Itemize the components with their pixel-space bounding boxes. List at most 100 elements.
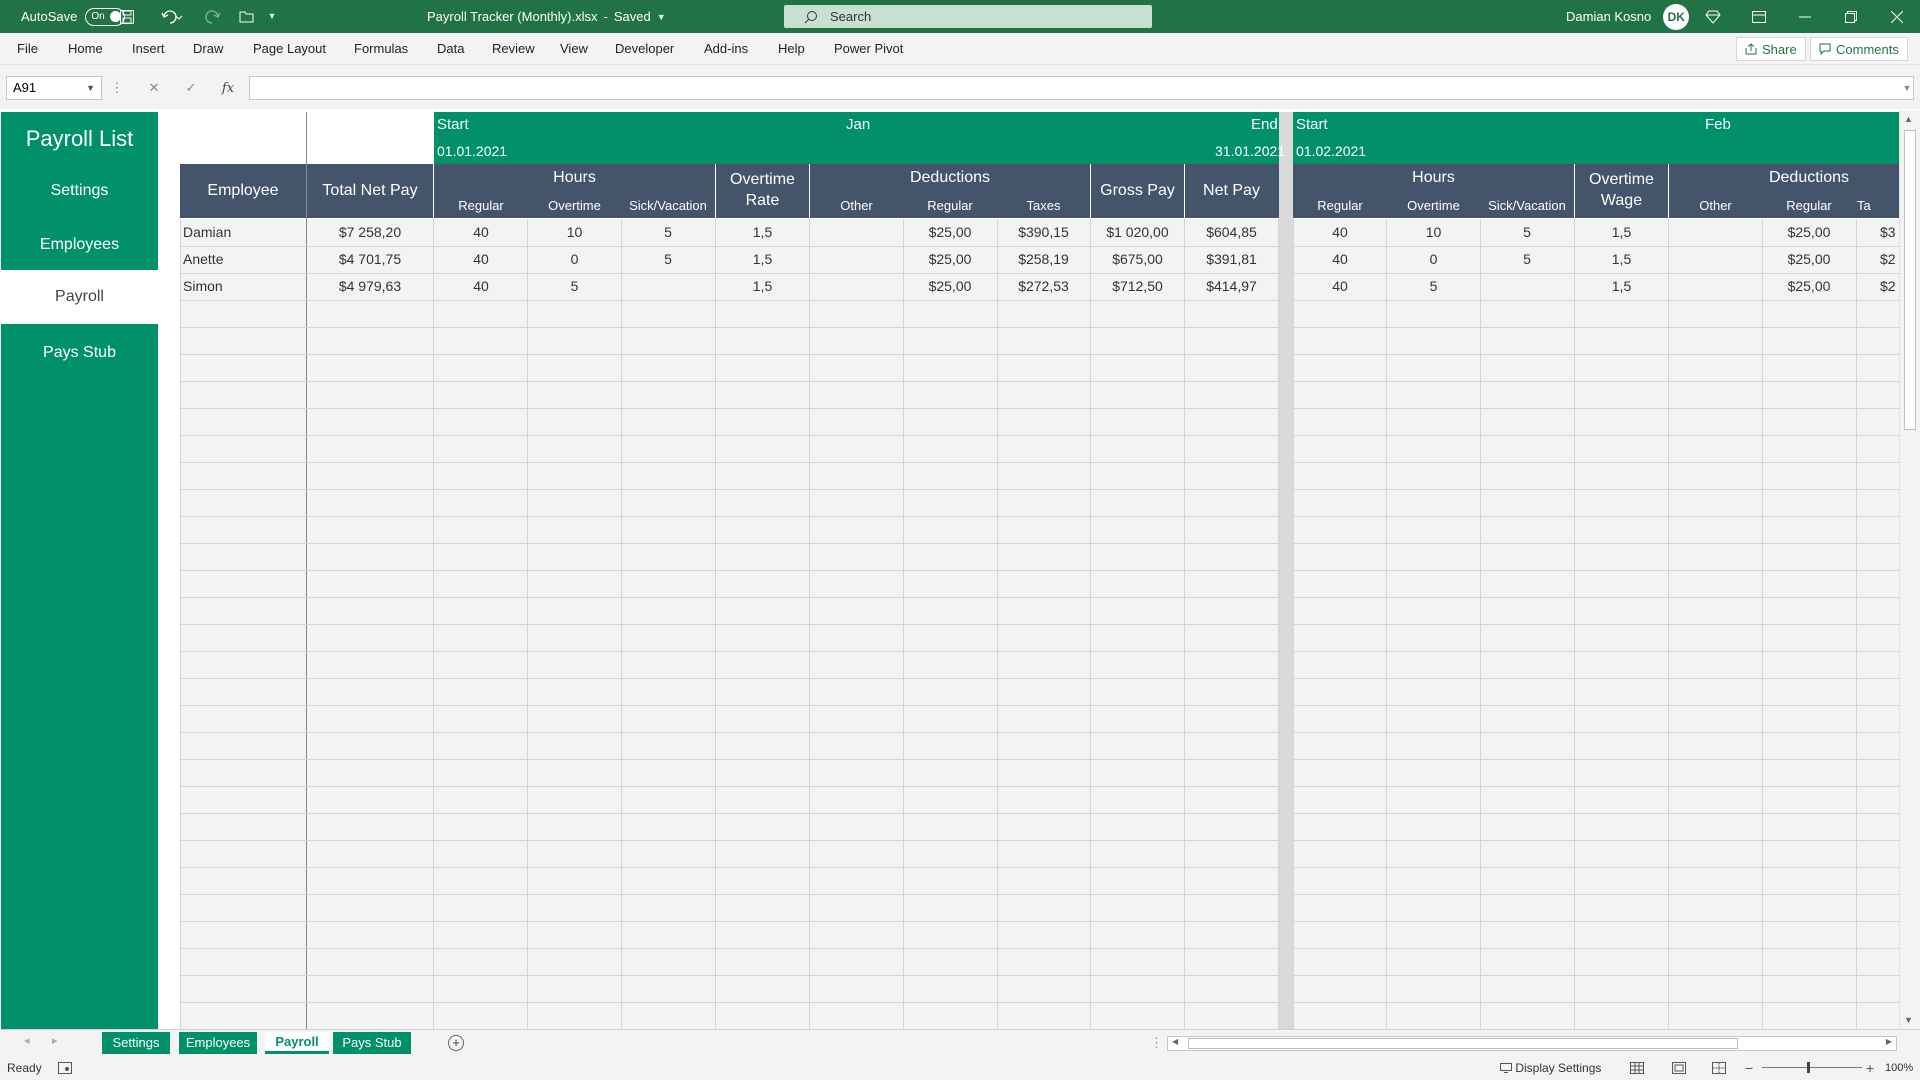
cell-feb-taxes[interactable]: $3 bbox=[1880, 219, 1899, 246]
feb-header-overtime-wage[interactable]: Overtime Wage bbox=[1575, 166, 1668, 216]
cell-jan-gross-pay[interactable]: $712,50 bbox=[1091, 273, 1184, 300]
tab-employees[interactable]: Employees bbox=[179, 1032, 257, 1054]
cell-jan-regular[interactable]: 40 bbox=[434, 273, 528, 300]
scroll-up-icon[interactable]: ▲ bbox=[1904, 114, 1913, 124]
sidebar-item-payroll[interactable]: Payroll bbox=[1, 270, 158, 324]
zoom-slider[interactable] bbox=[1762, 1067, 1862, 1068]
header-regular-hours[interactable]: Regular bbox=[434, 196, 528, 216]
cell-jan-taxes[interactable]: $390,15 bbox=[997, 219, 1090, 246]
header-sick-vacation[interactable]: Sick/Vacation bbox=[621, 196, 715, 216]
header-overtime-rate[interactable]: Overtime Rate bbox=[716, 166, 809, 216]
cell-feb-deduction-regular[interactable]: $25,00 bbox=[1762, 273, 1856, 300]
header-overtime-hours[interactable]: Overtime bbox=[528, 196, 621, 216]
cell-jan-overtime-rate[interactable]: 1,5 bbox=[716, 246, 809, 273]
cell-jan-deduction-regular[interactable]: $25,00 bbox=[903, 273, 997, 300]
cell-jan-sick-vacation[interactable] bbox=[621, 273, 715, 300]
feb-header-regular-hours[interactable]: Regular bbox=[1293, 196, 1387, 216]
cell-jan-regular[interactable]: 40 bbox=[434, 219, 528, 246]
cell-jan-sick-vacation[interactable]: 5 bbox=[621, 219, 715, 246]
macro-record-icon[interactable] bbox=[58, 1056, 72, 1080]
cell-feb-deduction-regular[interactable]: $25,00 bbox=[1762, 246, 1856, 273]
cell-feb-regular[interactable]: 40 bbox=[1293, 219, 1387, 246]
cell-feb-overtime-wage[interactable]: 1,5 bbox=[1575, 219, 1668, 246]
cell-feb-sick-vacation[interactable] bbox=[1480, 273, 1574, 300]
cell-feb-taxes[interactable]: $2 bbox=[1880, 246, 1899, 273]
header-net-pay[interactable]: Net Pay bbox=[1185, 164, 1278, 218]
cell-jan-other[interactable] bbox=[810, 273, 903, 300]
tab-payroll[interactable]: Payroll bbox=[265, 1032, 329, 1054]
cell-jan-other[interactable] bbox=[810, 219, 903, 246]
cell-feb-other[interactable] bbox=[1669, 219, 1762, 246]
cell-employee[interactable]: Damian bbox=[183, 219, 303, 246]
cell-total-net-pay[interactable]: $4 979,63 bbox=[307, 273, 433, 300]
scroll-right-icon[interactable]: ▶ bbox=[1886, 1037, 1892, 1046]
cell-employee[interactable]: Anette bbox=[183, 246, 303, 273]
header-hours[interactable]: Hours bbox=[434, 166, 715, 190]
sidebar-item-employees[interactable]: Employees bbox=[1, 236, 158, 254]
feb-header-other[interactable]: Other bbox=[1669, 196, 1762, 216]
cell-jan-other[interactable] bbox=[810, 246, 903, 273]
scroll-thumb[interactable] bbox=[1904, 130, 1916, 430]
cell-employee[interactable]: Simon bbox=[183, 273, 303, 300]
cell-feb-regular[interactable]: 40 bbox=[1293, 246, 1387, 273]
cell-feb-other[interactable] bbox=[1669, 273, 1762, 300]
page-break-view-icon[interactable] bbox=[1712, 1056, 1726, 1080]
cell-jan-deduction-regular[interactable]: $25,00 bbox=[903, 246, 997, 273]
feb-header-hours[interactable]: Hours bbox=[1293, 166, 1574, 190]
scroll-left-icon[interactable]: ◀ bbox=[1172, 1037, 1178, 1046]
cell-jan-gross-pay[interactable]: $1 020,00 bbox=[1091, 219, 1184, 246]
zoom-out-icon[interactable]: − bbox=[1745, 1056, 1753, 1080]
header-taxes[interactable]: Taxes bbox=[997, 196, 1090, 216]
cell-jan-overtime[interactable]: 0 bbox=[528, 246, 621, 273]
tab-settings[interactable]: Settings bbox=[102, 1032, 170, 1054]
vertical-scrollbar[interactable]: ▲ ▼ bbox=[1899, 110, 1920, 1029]
cell-jan-net-pay[interactable]: $414,97 bbox=[1185, 273, 1278, 300]
cell-jan-taxes[interactable]: $272,53 bbox=[997, 273, 1090, 300]
cell-jan-overtime-rate[interactable]: 1,5 bbox=[716, 273, 809, 300]
sidebar-item-settings[interactable]: Settings bbox=[1, 182, 158, 200]
header-gross-pay[interactable]: Gross Pay bbox=[1091, 164, 1184, 218]
cell-feb-sick-vacation[interactable]: 5 bbox=[1480, 246, 1574, 273]
cell-jan-regular[interactable]: 40 bbox=[434, 246, 528, 273]
cell-feb-taxes[interactable]: $2 bbox=[1880, 273, 1899, 300]
zoom-level[interactable]: 100% bbox=[1885, 1056, 1913, 1080]
cell-feb-other[interactable] bbox=[1669, 246, 1762, 273]
sidebar-item-pays-stub[interactable]: Pays Stub bbox=[1, 344, 158, 362]
cell-jan-net-pay[interactable]: $604,85 bbox=[1185, 219, 1278, 246]
feb-header-sick-vacation[interactable]: Sick/Vacation bbox=[1480, 196, 1574, 216]
header-deduction-regular[interactable]: Regular bbox=[903, 196, 997, 216]
split-handle-icon[interactable]: ⋮ bbox=[1150, 1035, 1163, 1051]
add-sheet-icon[interactable]: + bbox=[448, 1035, 464, 1051]
display-settings-button[interactable]: Display Settings bbox=[1500, 1056, 1601, 1080]
page-layout-view-icon[interactable] bbox=[1672, 1056, 1686, 1080]
scroll-down-icon[interactable]: ▼ bbox=[1904, 1015, 1913, 1025]
next-sheet-icon[interactable]: ▸ bbox=[52, 1034, 58, 1047]
tab-pays-stub[interactable]: Pays Stub bbox=[333, 1032, 411, 1054]
feb-header-taxes[interactable]: Ta bbox=[1857, 196, 1899, 216]
horizontal-scrollbar[interactable]: ◀ ▶ bbox=[1167, 1036, 1897, 1051]
cell-feb-overtime[interactable]: 5 bbox=[1387, 273, 1480, 300]
cell-jan-net-pay[interactable]: $391,81 bbox=[1185, 246, 1278, 273]
cell-jan-deduction-regular[interactable]: $25,00 bbox=[903, 219, 997, 246]
header-total-net-pay[interactable]: Total Net Pay bbox=[307, 164, 433, 218]
header-other[interactable]: Other bbox=[810, 196, 903, 216]
zoom-in-icon[interactable]: + bbox=[1866, 1056, 1874, 1080]
cell-feb-overtime[interactable]: 0 bbox=[1387, 246, 1480, 273]
header-deductions[interactable]: Deductions bbox=[810, 166, 1090, 190]
feb-header-deductions[interactable]: Deductions bbox=[1669, 166, 1920, 190]
feb-header-deduction-regular[interactable]: Regular bbox=[1762, 196, 1856, 216]
cell-feb-deduction-regular[interactable]: $25,00 bbox=[1762, 219, 1856, 246]
cell-jan-overtime[interactable]: 5 bbox=[528, 273, 621, 300]
cell-jan-overtime[interactable]: 10 bbox=[528, 219, 621, 246]
prev-sheet-icon[interactable]: ◂ bbox=[24, 1034, 30, 1047]
feb-header-overtime-hours[interactable]: Overtime bbox=[1387, 196, 1480, 216]
cell-jan-sick-vacation[interactable]: 5 bbox=[621, 246, 715, 273]
cell-total-net-pay[interactable]: $4 701,75 bbox=[307, 246, 433, 273]
zoom-slider-thumb[interactable] bbox=[1807, 1062, 1810, 1073]
cell-total-net-pay[interactable]: $7 258,20 bbox=[307, 219, 433, 246]
cell-feb-overtime-wage[interactable]: 1,5 bbox=[1575, 246, 1668, 273]
cell-feb-overtime[interactable]: 10 bbox=[1387, 219, 1480, 246]
cell-feb-regular[interactable]: 40 bbox=[1293, 273, 1387, 300]
cell-jan-taxes[interactable]: $258,19 bbox=[997, 246, 1090, 273]
cell-jan-gross-pay[interactable]: $675,00 bbox=[1091, 246, 1184, 273]
